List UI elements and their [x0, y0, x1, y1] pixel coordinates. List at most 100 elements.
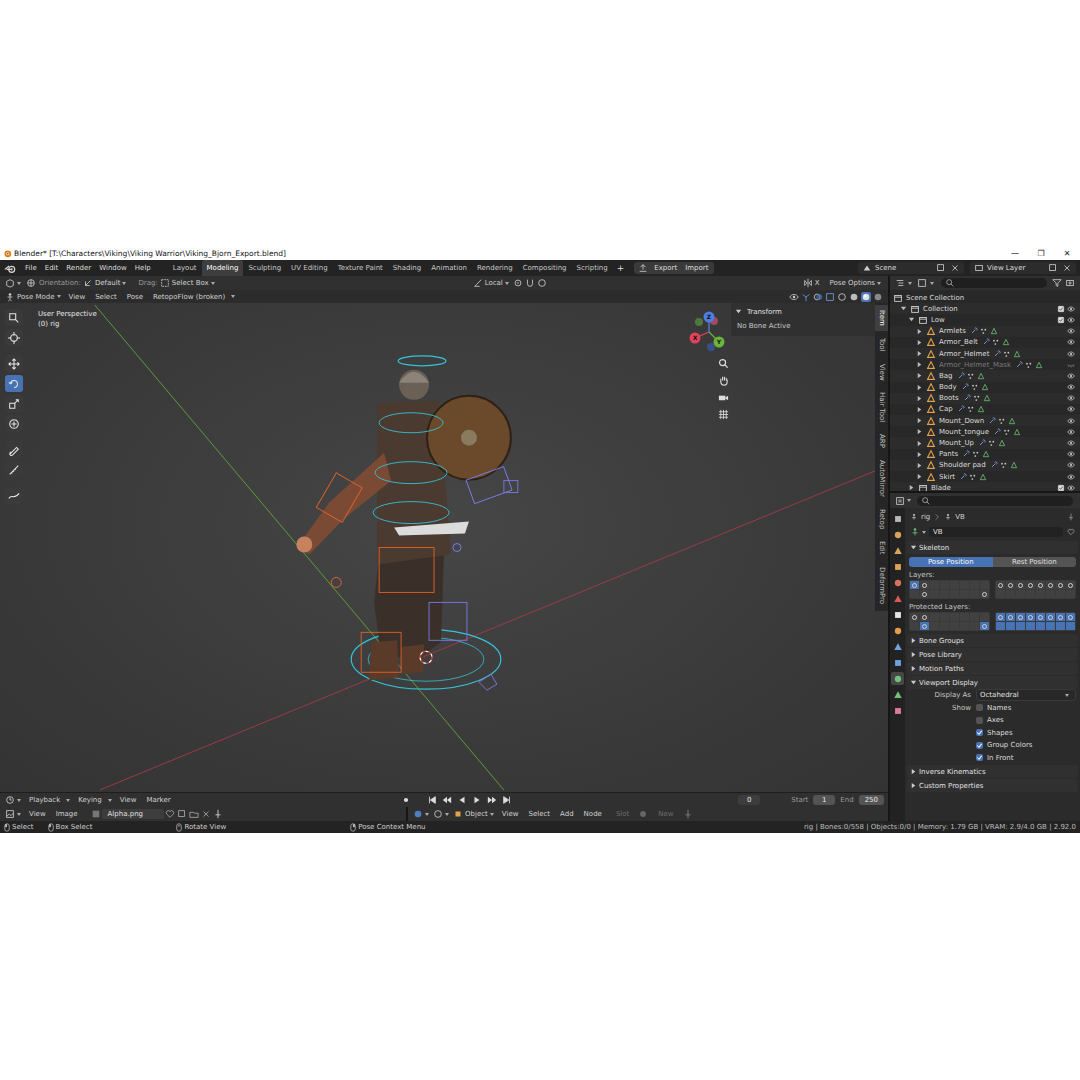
timeline-menu[interactable]: Keying: [77, 796, 103, 804]
image-editor-menu[interactable]: View: [28, 810, 47, 818]
outliner-row[interactable]: Scene Collection: [890, 292, 1080, 303]
mesh-data-icon[interactable]: [1013, 428, 1021, 436]
window-control-button[interactable]: ❐: [1028, 249, 1054, 258]
properties-tab[interactable]: [891, 640, 904, 653]
tool-button[interactable]: [5, 309, 23, 326]
copy-icon[interactable]: [1048, 263, 1058, 273]
jump-start-icon[interactable]: [427, 795, 437, 805]
outliner-row[interactable]: Bag: [890, 370, 1080, 381]
properties-tab[interactable]: [891, 608, 904, 621]
orientation-dropdown[interactable]: Default: [94, 279, 122, 287]
play-icon[interactable]: [472, 795, 482, 805]
eye-open-icon[interactable]: [1067, 428, 1075, 436]
outliner-row[interactable]: Armor_Helmet_Mask: [890, 359, 1080, 370]
layer-toggle[interactable]: [1056, 581, 1065, 589]
protected-layer-toggle[interactable]: [980, 622, 989, 630]
eye-open-icon[interactable]: [1067, 338, 1075, 346]
panel-header[interactable]: Motion Paths: [907, 662, 1078, 675]
mesh-data-icon[interactable]: [982, 450, 990, 458]
show-option-checkbox[interactable]: [976, 704, 983, 711]
solid-shading-icon[interactable]: [849, 292, 859, 302]
menu-item[interactable]: Help: [132, 262, 154, 274]
modifier-icon[interactable]: [970, 327, 978, 335]
tool-button[interactable]: [5, 355, 23, 372]
properties-editor-icon[interactable]: [895, 496, 905, 506]
addon-button[interactable]: Export: [651, 264, 680, 272]
mesh-data-icon[interactable]: [977, 372, 985, 380]
sidebar-tab[interactable]: ARP: [875, 429, 888, 453]
skeleton-panel-header[interactable]: Skeleton: [907, 541, 1078, 554]
play-reverse-icon[interactable]: [457, 795, 467, 805]
outliner-row[interactable]: Skirt: [890, 471, 1080, 482]
layer-toggle[interactable]: [1046, 590, 1055, 598]
pivot-point-icon[interactable]: [513, 278, 523, 288]
prev-keyframe-icon[interactable]: [442, 795, 452, 805]
protected-layer-toggle[interactable]: [920, 613, 929, 621]
layer-toggle[interactable]: [950, 590, 959, 598]
protected-layer-toggle[interactable]: [950, 613, 959, 621]
end-frame-field[interactable]: 250: [859, 795, 884, 805]
sidebar-tab[interactable]: View: [875, 359, 888, 386]
viewport-menu[interactable]: RetopoFlow (broken): [152, 293, 226, 301]
layer-toggle[interactable]: [1046, 581, 1055, 589]
protected-layer-toggle[interactable]: [1066, 622, 1075, 630]
protected-layer-toggle[interactable]: [1056, 613, 1065, 621]
position-button[interactable]: Rest Position: [993, 557, 1077, 567]
visibility-icon[interactable]: [789, 292, 799, 302]
modifier-icon[interactable]: [990, 461, 998, 469]
eye-open-icon[interactable]: [1067, 450, 1075, 458]
show-option-checkbox[interactable]: [976, 729, 983, 736]
tool-button[interactable]: [5, 415, 23, 432]
3d-viewport[interactable]: User Perspective(0) rigXYZTransformNo Bo…: [0, 303, 888, 792]
mirror-icon[interactable]: [803, 278, 813, 288]
tool-button[interactable]: [5, 395, 23, 412]
modifier-icon[interactable]: [982, 338, 990, 346]
outliner-row[interactable]: Mount_Up: [890, 437, 1080, 448]
record-icon[interactable]: [401, 795, 411, 805]
layer-toggle[interactable]: [1036, 590, 1045, 598]
grid-icon[interactable]: [718, 409, 729, 420]
vertex-groups-icon[interactable]: [972, 450, 980, 458]
protected-layer-toggle[interactable]: [1016, 622, 1025, 630]
pan-hand-icon[interactable]: [718, 375, 729, 386]
expand-arrow-icon[interactable]: [916, 328, 923, 335]
expand-arrow-icon[interactable]: [916, 406, 923, 413]
pin-icon[interactable]: [213, 809, 223, 819]
expand-arrow-icon[interactable]: [916, 395, 923, 402]
workspace-tab[interactable]: Shading: [388, 260, 426, 276]
workspace-tab[interactable]: Rendering: [472, 260, 518, 276]
mesh-data-icon[interactable]: [977, 405, 985, 413]
protected-layer-toggle[interactable]: [1066, 613, 1075, 621]
properties-search-field[interactable]: [917, 496, 1073, 506]
properties-tab[interactable]: [891, 528, 904, 541]
gizmo-icon[interactable]: [801, 292, 811, 302]
snap-icon[interactable]: [525, 278, 535, 288]
scene-selector[interactable]: Scene: [858, 262, 964, 274]
vertex-groups-icon[interactable]: [1025, 361, 1033, 369]
camera-icon[interactable]: [718, 392, 729, 403]
timeline-menu[interactable]: Marker: [145, 796, 171, 804]
expand-arrow-icon[interactable]: [916, 384, 923, 391]
layer-toggle[interactable]: [940, 581, 949, 589]
eye-open-icon[interactable]: [1067, 405, 1075, 413]
protected-layer-toggle[interactable]: [940, 622, 949, 630]
vertex-groups-icon[interactable]: [1000, 461, 1008, 469]
panel-header[interactable]: Inverse Kinematics: [907, 765, 1078, 778]
eye-open-icon[interactable]: [1067, 394, 1075, 402]
workspace-tab[interactable]: UV Editing: [286, 260, 333, 276]
outliner-row[interactable]: Collection: [890, 303, 1080, 314]
properties-tab[interactable]: [891, 592, 904, 605]
layer-toggle[interactable]: [996, 590, 1005, 598]
expand-arrow-icon[interactable]: [916, 428, 923, 435]
vertex-groups-icon[interactable]: [1003, 350, 1011, 358]
protected-layer-toggle[interactable]: [1036, 622, 1045, 630]
include-checkbox[interactable]: [1057, 484, 1065, 491]
filter-icon[interactable]: [1052, 278, 1062, 288]
new-collection-icon[interactable]: [1065, 278, 1075, 288]
tool-button[interactable]: [5, 461, 23, 478]
outliner-row[interactable]: Pants: [890, 449, 1080, 460]
outliner-row[interactable]: Cap: [890, 404, 1080, 415]
fake-user-icon[interactable]: [1067, 528, 1075, 536]
mesh-data-icon[interactable]: [1013, 350, 1021, 358]
properties-tab[interactable]: [891, 672, 904, 685]
